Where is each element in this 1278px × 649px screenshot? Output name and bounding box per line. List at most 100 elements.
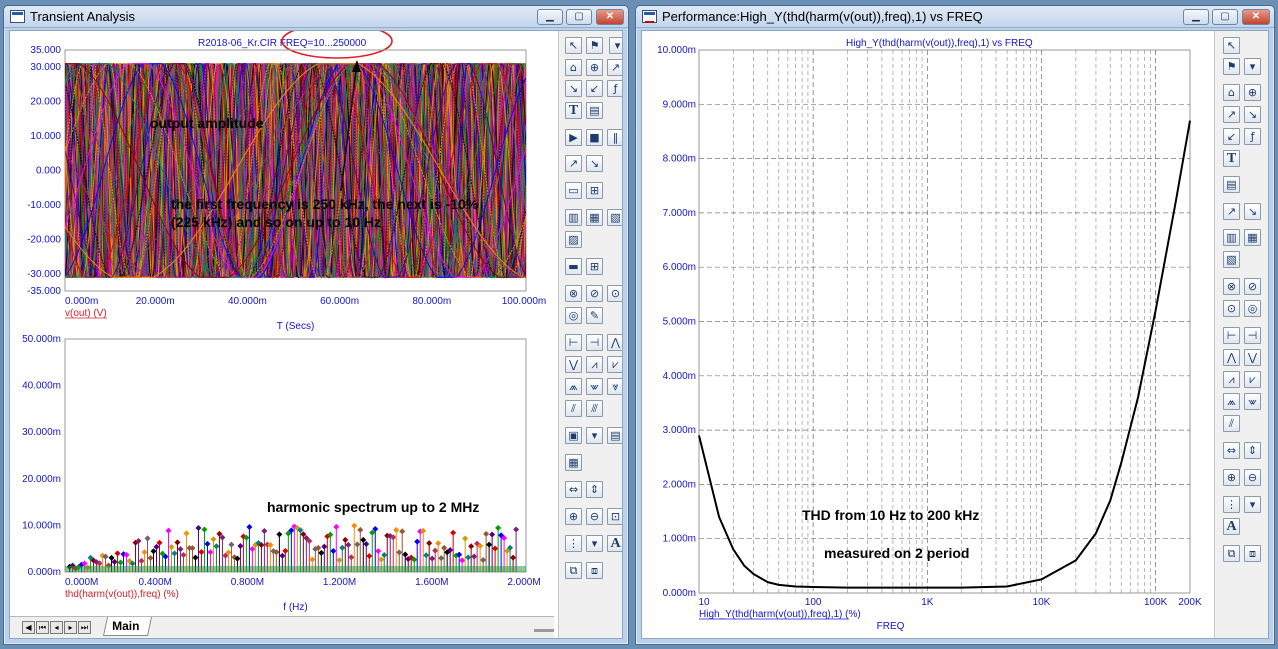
- vertical-tag-icon[interactable]: ↙: [586, 80, 603, 97]
- copy-icon[interactable]: ⧉: [1223, 545, 1240, 562]
- zoom-out-icon[interactable]: ⊖: [1244, 469, 1261, 486]
- grid-h-icon[interactable]: ▦: [1244, 229, 1261, 246]
- cursor-left-icon[interactable]: ⊢: [1223, 327, 1240, 344]
- pause-icon[interactable]: ‖: [607, 129, 622, 146]
- grid-h-icon[interactable]: ▦: [586, 209, 603, 226]
- minimize-icon[interactable]: ▁: [1183, 9, 1209, 25]
- zoom-x-icon[interactable]: ⊗: [565, 285, 582, 302]
- peak-icon[interactable]: ↗: [1223, 203, 1240, 220]
- graph-tag-icon[interactable]: ⌂: [1223, 84, 1240, 101]
- font-icon[interactable]: A: [1223, 518, 1240, 535]
- zoom-in-icon[interactable]: ⊕: [1223, 469, 1240, 486]
- valley-icon[interactable]: ↘: [1244, 203, 1261, 220]
- font-icon[interactable]: A: [607, 535, 622, 552]
- close-icon[interactable]: ✕: [596, 9, 624, 25]
- grid-v-icon[interactable]: ▥: [565, 209, 582, 226]
- scale-icon[interactable]: ⊞: [586, 258, 603, 275]
- dropdown-arrow-icon[interactable]: ▾: [609, 37, 622, 54]
- slope-icon[interactable]: ⩖: [1244, 393, 1261, 410]
- horizontal-scroll-handle[interactable]: [534, 629, 554, 632]
- copy-icon[interactable]: ⧉: [565, 562, 582, 579]
- grid-v-icon[interactable]: ▥: [1223, 229, 1240, 246]
- transient-plot-area[interactable]: R2018-06_Kr.CIR FREQ=10...250000 35.0003…: [10, 31, 558, 621]
- low-cursor-icon[interactable]: ⩗: [1244, 371, 1261, 388]
- dropdown-arrow-icon[interactable]: ▾: [1244, 496, 1261, 513]
- maximize-icon[interactable]: ▢: [1212, 9, 1238, 25]
- run-icon[interactable]: ▶: [565, 129, 582, 146]
- grid-icon[interactable]: ⊞: [586, 182, 603, 199]
- first-page-icon[interactable]: ◀: [22, 621, 35, 634]
- stop-icon[interactable]: ■: [586, 129, 603, 146]
- performance-titlebar[interactable]: Performance:High_Y(thd(harm(v(out)),freq…: [636, 6, 1274, 28]
- valley-cursor-icon[interactable]: ⋁: [1244, 349, 1261, 366]
- text-icon[interactable]: T: [565, 102, 582, 119]
- minimize-icon[interactable]: ▁: [537, 9, 563, 25]
- zoom-fit-icon[interactable]: ⊙: [1223, 300, 1240, 317]
- horizontal-tag-icon[interactable]: ↘: [565, 80, 582, 97]
- maximize-icon[interactable]: ▢: [566, 9, 592, 25]
- valley-cursor-icon[interactable]: ⋁: [565, 356, 582, 373]
- list-icon[interactable]: ▤: [607, 427, 622, 444]
- transient-titlebar[interactable]: Transient Analysis ▁ ▢ ✕: [4, 6, 628, 28]
- minor-grid-icon[interactable]: ▨: [565, 231, 582, 248]
- grid-both-icon[interactable]: ▧: [607, 209, 622, 226]
- label-icon[interactable]: ▤: [586, 102, 603, 119]
- clipboard-icon[interactable]: ▣: [565, 427, 582, 444]
- low-cursor-icon[interactable]: ⩗: [607, 356, 622, 373]
- tab-main[interactable]: Main: [102, 617, 153, 636]
- fit-icon[interactable]: ⇔: [565, 481, 582, 498]
- next-icon[interactable]: ▸: [64, 621, 77, 634]
- dropdown-arrow-icon[interactable]: ▾: [1244, 58, 1261, 75]
- tag-icon[interactable]: ⚑: [586, 37, 603, 54]
- graph-tag-icon[interactable]: ⌂: [565, 59, 582, 76]
- peak-cursor-icon[interactable]: ⋀: [607, 334, 622, 351]
- prev-page-icon[interactable]: ⏮: [36, 621, 49, 634]
- point-tag-icon[interactable]: ↗: [607, 59, 622, 76]
- high-cursor-icon[interactable]: ⩘: [1223, 371, 1240, 388]
- zoom-fit-icon[interactable]: ⊙: [607, 285, 622, 302]
- zoom-y-icon[interactable]: ⊘: [1244, 278, 1261, 295]
- cursor-right-icon[interactable]: ⊣: [586, 334, 603, 351]
- select-mode-icon[interactable]: ↖: [565, 37, 582, 54]
- fit-icon[interactable]: ⇔: [1223, 442, 1240, 459]
- table-icon[interactable]: ▦: [565, 454, 582, 471]
- cross-tag-icon[interactable]: ⊕: [1244, 84, 1261, 101]
- horizontal-tag-icon[interactable]: ↘: [1244, 106, 1261, 123]
- zoom-box-icon[interactable]: ⊡: [607, 508, 622, 525]
- cursor-left-icon[interactable]: ⊢: [565, 334, 582, 351]
- tag-icon[interactable]: ⚑: [1223, 58, 1240, 75]
- formula-icon[interactable]: ƒ: [1244, 128, 1261, 145]
- high-cursor-icon[interactable]: ⩘: [586, 356, 603, 373]
- edit-icon[interactable]: ✎: [586, 307, 603, 324]
- cursor-icon[interactable]: ◎: [565, 307, 582, 324]
- text-icon[interactable]: T: [1223, 150, 1240, 167]
- stretch-icon[interactable]: ⇕: [586, 481, 603, 498]
- grid-both-icon[interactable]: ▧: [1223, 251, 1240, 268]
- zoom-x-icon[interactable]: ⊗: [1223, 278, 1240, 295]
- cross-tag-icon[interactable]: ⊕: [586, 59, 603, 76]
- font-menu-icon[interactable]: ⋮: [565, 535, 582, 552]
- select-mode-icon[interactable]: ↖: [1223, 37, 1240, 54]
- cursor-right-icon[interactable]: ⊣: [1244, 327, 1261, 344]
- inflection-icon[interactable]: ⩕: [565, 378, 582, 395]
- global-high-icon[interactable]: ⩔: [607, 378, 622, 395]
- frame-icon[interactable]: ▭: [565, 182, 582, 199]
- cursor-icon[interactable]: ◎: [1244, 300, 1261, 317]
- valley-icon[interactable]: ↘: [586, 155, 603, 172]
- stretch-icon[interactable]: ⇕: [1244, 442, 1261, 459]
- paste-icon[interactable]: ⧈: [1244, 545, 1261, 562]
- paste-icon[interactable]: ⧈: [586, 562, 603, 579]
- peak-icon[interactable]: ↗: [565, 155, 582, 172]
- inflection-icon[interactable]: ⩕: [1223, 393, 1240, 410]
- slope-icon[interactable]: ⩖: [586, 378, 603, 395]
- dropdown-arrow-icon[interactable]: ▾: [586, 427, 603, 444]
- zoom-in-icon[interactable]: ⊕: [565, 508, 582, 525]
- peak-cursor-icon[interactable]: ⋀: [1223, 349, 1240, 366]
- next-point-icon[interactable]: ⫽: [565, 400, 582, 417]
- close-icon[interactable]: ✕: [1242, 9, 1270, 25]
- zoom-y-icon[interactable]: ⊘: [586, 285, 603, 302]
- prev-point-icon[interactable]: ⫻: [586, 400, 603, 417]
- point-tag-icon[interactable]: ↗: [1223, 106, 1240, 123]
- dropdown-arrow-icon[interactable]: ▾: [586, 535, 603, 552]
- axis-icon[interactable]: ▬: [565, 258, 582, 275]
